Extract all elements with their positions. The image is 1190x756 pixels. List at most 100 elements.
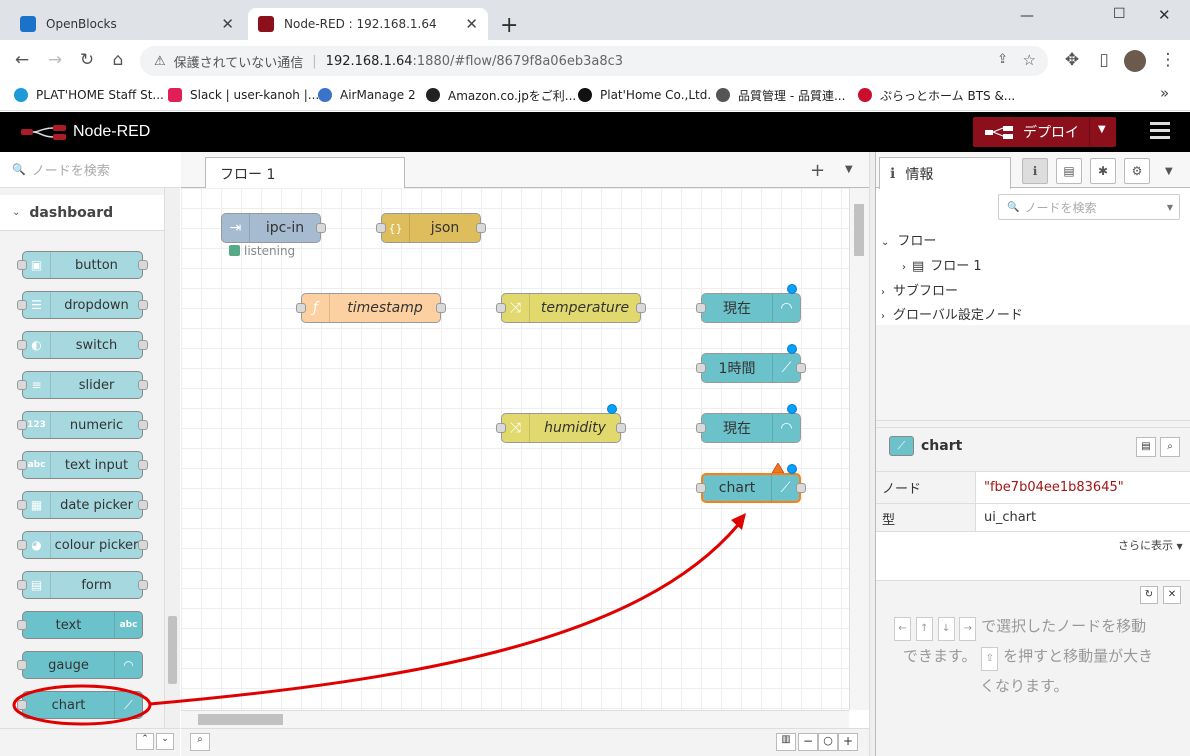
tree-item-global-config[interactable]: › グローバル設定ノード bbox=[881, 304, 1023, 323]
flow-node-ipc-in[interactable]: ⇥ ipc-in bbox=[221, 213, 326, 243]
palette-node-gauge[interactable]: gauge ◠ bbox=[17, 651, 143, 679]
sidebar-menu-icon[interactable]: ▼ bbox=[1165, 166, 1173, 177]
flow-node-gauge-1[interactable]: 現在 ◠ bbox=[696, 293, 801, 323]
more-menu-icon[interactable]: ⋮ bbox=[1158, 50, 1178, 70]
book-icon[interactable]: ▤ bbox=[1056, 158, 1082, 184]
expand-all-icon[interactable]: ⌄ bbox=[156, 733, 174, 750]
github-icon bbox=[578, 88, 592, 102]
palette-scrollbar[interactable] bbox=[164, 188, 180, 728]
star-icon[interactable]: ☆ bbox=[1023, 51, 1036, 69]
flow-node-chart-1[interactable]: 1時間 ⟋ bbox=[696, 353, 806, 383]
workspace-horizontal-scrollbar[interactable] bbox=[181, 710, 849, 728]
flow-node-label: 現在 bbox=[723, 301, 751, 317]
tree-item-flows[interactable]: ⌄ フロー bbox=[881, 230, 936, 249]
flow-node-temperature[interactable]: ⤨ temperature bbox=[496, 293, 646, 323]
avatar[interactable] bbox=[1124, 50, 1146, 72]
bookmark-item[interactable]: Plat'Home Co.,Ltd. bbox=[578, 86, 711, 104]
palette-node-button[interactable]: ▣ button bbox=[17, 251, 148, 279]
nodered-favicon-icon bbox=[258, 16, 274, 32]
bookmarks-more-button[interactable]: » bbox=[1160, 84, 1169, 102]
close-icon[interactable]: ✕ bbox=[465, 15, 478, 33]
url-path: :1880/#flow/8679f8a06eb3a8c3 bbox=[412, 53, 624, 69]
palette-node-form[interactable]: ▤ form bbox=[17, 571, 148, 599]
openblocks-favicon-icon bbox=[20, 16, 36, 32]
close-icon[interactable]: ✕ bbox=[1163, 586, 1181, 604]
sidebar-separator[interactable] bbox=[869, 152, 875, 756]
bookmark-item[interactable]: ぷらっとホーム BTS &... bbox=[858, 86, 1015, 104]
browser-tab-openblocks[interactable]: OpenBlocks ✕ bbox=[10, 8, 244, 40]
zoom-reset-icon[interactable]: ○ bbox=[818, 733, 838, 751]
search-icon[interactable]: ⌕ bbox=[1160, 437, 1180, 457]
palette-node-dropdown[interactable]: ☰ dropdown bbox=[17, 291, 148, 319]
info-value-node-id[interactable]: "fbe7b04ee1b83645" bbox=[984, 480, 1124, 495]
back-icon[interactable]: ← bbox=[12, 50, 32, 70]
sidebar-search-input[interactable]: 🔍 ノードを検索 ▼ bbox=[998, 194, 1180, 220]
palette-node-label: chart bbox=[51, 697, 86, 713]
maximize-button[interactable]: ☐ bbox=[1113, 6, 1126, 22]
palette-node-chart[interactable]: chart ⟋ bbox=[17, 691, 143, 719]
palette-node-colour-picker[interactable]: ◕ colour picker bbox=[17, 531, 148, 559]
reload-icon[interactable]: ↻ bbox=[77, 50, 97, 70]
search-icon[interactable]: ⌕ bbox=[190, 733, 210, 751]
palette-category-header[interactable]: ⌄ dashboard bbox=[0, 195, 164, 231]
bookmark-item[interactable]: PLAT'HOME Staff St... bbox=[14, 86, 164, 104]
share-icon[interactable]: ⇪ bbox=[997, 52, 1008, 67]
show-more-link[interactable]: さらに表示 ▼ bbox=[1118, 537, 1183, 553]
palette-node-label: button bbox=[75, 257, 118, 273]
flow-node-timestamp[interactable]: ƒ timestamp bbox=[296, 293, 446, 323]
palette-node-text[interactable]: text abc bbox=[17, 611, 143, 639]
collapse-all-icon[interactable]: ⌃ bbox=[136, 733, 154, 750]
bug-icon[interactable]: ✱ bbox=[1090, 158, 1116, 184]
extensions-icon[interactable]: ✥ bbox=[1062, 50, 1082, 70]
sidebar-splitter[interactable] bbox=[876, 420, 1190, 428]
flow-node-chart-2-selected[interactable]: chart ⟋ bbox=[696, 473, 806, 503]
minimize-button[interactable]: — bbox=[1020, 8, 1034, 24]
palette-node-text-input[interactable]: abc text input bbox=[17, 451, 148, 479]
url-bar[interactable]: ⚠ 保護されていない通信 | 192.168.1.64 :1880/#flow/… bbox=[140, 46, 1048, 76]
new-tab-button[interactable]: + bbox=[500, 13, 518, 38]
chevron-right-icon: › bbox=[881, 287, 885, 298]
tab-flow-1[interactable]: フロー 1 bbox=[205, 157, 405, 189]
palette-node-numeric[interactable]: 123 numeric bbox=[17, 411, 148, 439]
flow-menu-icon[interactable]: ▼ bbox=[845, 164, 853, 175]
flow-node-humidity[interactable]: ⤨ humidity bbox=[496, 413, 626, 443]
map-icon[interactable]: ▥ bbox=[776, 733, 796, 751]
info-tab-button[interactable]: ℹ bbox=[1022, 158, 1048, 184]
gauge-icon: ◠ bbox=[772, 294, 800, 322]
tree-item-flow-1[interactable]: › ▤ フロー 1 bbox=[902, 255, 982, 274]
flow-node-json[interactable]: {} json bbox=[376, 213, 486, 243]
deploy-button[interactable]: デプロイ ▼ bbox=[973, 117, 1116, 147]
sidebar-toggle-icon[interactable]: ▯ bbox=[1094, 50, 1114, 70]
palette-node-date-picker[interactable]: ▦ date picker bbox=[17, 491, 148, 519]
refresh-icon[interactable]: ↻ bbox=[1140, 586, 1158, 604]
book-icon[interactable]: ▤ bbox=[1136, 437, 1156, 457]
flow-node-label: 1時間 bbox=[718, 361, 756, 377]
tab-info[interactable]: ℹ 情報 bbox=[879, 157, 1011, 189]
bookmark-item[interactable]: 品質管理 - 品質連... bbox=[716, 86, 845, 104]
gear-icon[interactable]: ⚙ bbox=[1124, 158, 1150, 184]
bookmark-item[interactable]: Amazon.co.jpをご利... bbox=[426, 86, 576, 104]
home-icon[interactable]: ⌂ bbox=[108, 50, 128, 70]
arrow-in-icon: ⇥ bbox=[222, 214, 250, 242]
window-close-button[interactable]: ✕ bbox=[1158, 6, 1171, 24]
workspace-canvas[interactable] bbox=[181, 188, 849, 710]
amazon-icon bbox=[426, 88, 440, 102]
palette-search-input[interactable]: 🔍 ノードを検索 bbox=[0, 152, 180, 188]
bookmark-item[interactable]: AirManage 2 bbox=[318, 86, 416, 104]
caret-down-icon: ▼ bbox=[1176, 542, 1183, 551]
hamburger-menu-icon[interactable] bbox=[1150, 122, 1170, 139]
browser-tab-nodered[interactable]: Node-RED : 192.168.1.64 ✕ bbox=[248, 8, 488, 40]
flow-node-gauge-2[interactable]: 現在 ◠ bbox=[696, 413, 801, 443]
forward-icon[interactable]: → bbox=[45, 50, 65, 70]
close-icon[interactable]: ✕ bbox=[221, 15, 234, 33]
add-flow-button[interactable]: + bbox=[810, 160, 825, 181]
bookmark-item[interactable]: Slack | user-kanoh |... bbox=[168, 86, 319, 104]
palette-node-switch[interactable]: ◐ switch bbox=[17, 331, 148, 359]
palette-node-slider[interactable]: ≡ slider bbox=[17, 371, 148, 399]
zoom-out-icon[interactable]: − bbox=[798, 733, 818, 751]
workspace-vertical-scrollbar[interactable] bbox=[849, 188, 869, 710]
caret-down-icon[interactable]: ▼ bbox=[1098, 124, 1106, 135]
tree-item-subflows[interactable]: › サブフロー bbox=[881, 280, 958, 299]
text-input-icon: abc bbox=[23, 452, 51, 478]
zoom-in-icon[interactable]: + bbox=[838, 733, 858, 751]
